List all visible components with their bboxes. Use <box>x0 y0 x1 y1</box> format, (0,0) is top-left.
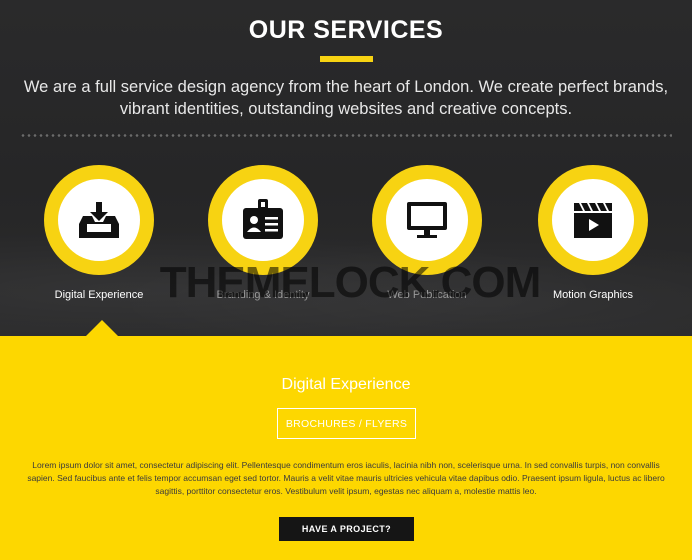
detail-description: Lorem ipsum dolor sit amet, consectetur … <box>27 460 665 496</box>
dotted-divider <box>20 134 672 137</box>
have-a-project-button[interactable]: HAVE A PROJECT? <box>279 517 414 541</box>
service-icon-ring <box>538 165 648 275</box>
monitor-icon <box>407 202 447 238</box>
clapperboard-icon <box>574 203 612 238</box>
detail-title: Digital Experience <box>281 376 411 393</box>
services-page: OUR SERVICES We are a full service desig… <box>0 0 692 560</box>
service-icon-circle <box>222 179 304 261</box>
inbox-download-icon <box>79 202 119 238</box>
service-web-publication[interactable]: Web Publication <box>372 165 482 301</box>
service-detail-panel: Digital Experience BROCHURES / FLYERS Lo… <box>0 336 692 560</box>
section-intro: We are a full service design agency from… <box>23 78 669 118</box>
service-icon-circle <box>386 179 468 261</box>
service-branding-identity[interactable]: Branding & Identity <box>208 165 318 301</box>
service-label: Digital Experience <box>54 289 144 301</box>
service-icon-ring <box>44 165 154 275</box>
service-icon-ring <box>372 165 482 275</box>
service-icon-circle <box>552 179 634 261</box>
service-digital-experience[interactable]: Digital Experience <box>44 165 154 301</box>
title-underline <box>320 56 373 62</box>
service-label: Branding & Identity <box>216 289 310 301</box>
service-label: Web Publication <box>387 289 467 301</box>
service-icon-ring <box>208 165 318 275</box>
services-header-section: OUR SERVICES We are a full service desig… <box>0 0 692 336</box>
detail-tag-button[interactable]: BROCHURES / FLYERS <box>277 408 416 439</box>
service-motion-graphics[interactable]: Motion Graphics <box>538 165 648 301</box>
service-label: Motion Graphics <box>552 289 634 301</box>
id-badge-icon <box>243 199 283 239</box>
service-icon-circle <box>58 179 140 261</box>
active-service-pointer <box>86 320 118 336</box>
section-title: OUR SERVICES <box>248 16 444 44</box>
